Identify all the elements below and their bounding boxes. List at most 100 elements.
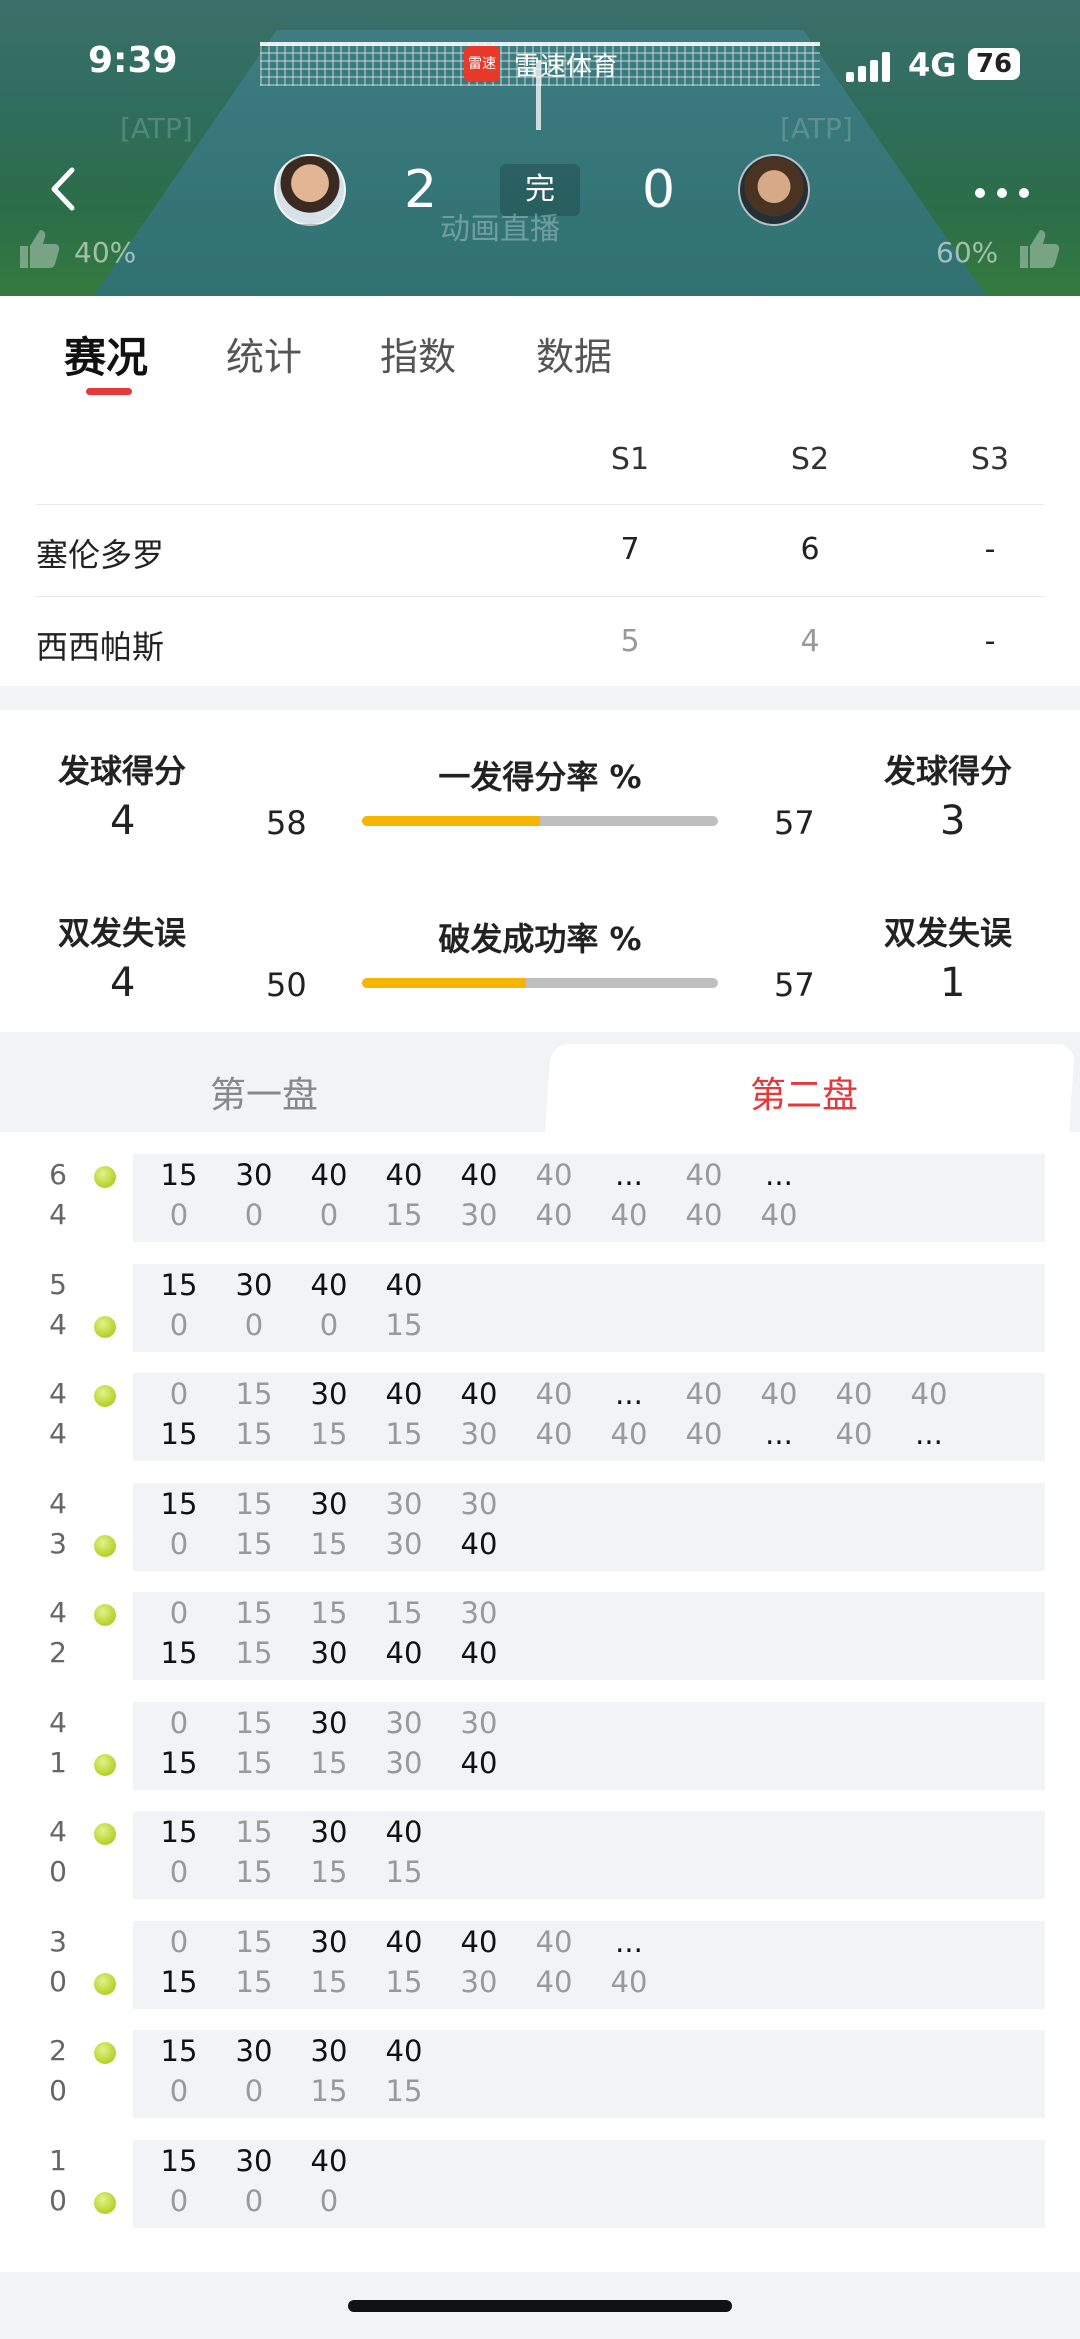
point-score: 15 [235, 1596, 273, 1630]
stat-title: 一发得分率 % [438, 758, 642, 796]
point-score: 30 [235, 2143, 273, 2178]
stat-bar [362, 816, 718, 826]
stat-title: 破发成功率 % [438, 920, 642, 958]
point-progression: 0 15 15 15 30 15 15 30 40 40 [133, 1592, 1045, 1680]
thumbs-up-icon[interactable] [16, 226, 62, 272]
serve-ball-icon [94, 2191, 116, 2214]
point-score: 40 [460, 1745, 498, 1780]
point-score: 15 [235, 1924, 273, 1959]
point-score: 15 [235, 1815, 273, 1849]
home-sets-score: 2 [404, 160, 438, 220]
point-score: 30 [460, 1705, 498, 1740]
point-score: ... [915, 1417, 943, 1451]
point-score: 30 [460, 1964, 498, 1999]
serve-ball-icon [94, 1166, 116, 1188]
tab-second-set[interactable]: 第二盘 [750, 1066, 858, 1118]
tab-first-set[interactable]: 第一盘 [210, 1066, 318, 1118]
point-score: 40 [535, 1964, 573, 1999]
point-score: 40 [385, 1815, 423, 1849]
point-score: 30 [235, 2034, 273, 2068]
network-type: 4G [908, 46, 957, 84]
set-score-table: S1 S2 S3 塞伦多罗 7 6 - 西西帕斯 5 4 - [0, 410, 1080, 686]
stat-value: 4 [110, 798, 136, 844]
stat-label: 发球得分 [884, 752, 1013, 790]
point-score: 30 [460, 1417, 498, 1451]
point-score: 15 [235, 1964, 273, 1999]
stat-pct-right: 57 [774, 804, 815, 842]
away-player-avatar[interactable] [738, 154, 810, 226]
point-score: 15 [235, 1745, 273, 1780]
point-score: 40 [460, 1377, 498, 1411]
set-header: S3 [970, 442, 1010, 477]
point-score: ... [765, 1417, 793, 1451]
game-row: 5 4 15 30 40 40 0 0 0 15 [0, 1263, 1080, 1354]
point-score: 15 [310, 1526, 348, 1561]
game-away-count: 3 [49, 1526, 67, 1560]
point-score: 15 [160, 1417, 198, 1451]
away-support-pct: 60% [936, 236, 999, 269]
serve-ball-icon [94, 1315, 116, 1338]
game-home-count: 4 [49, 1486, 67, 1520]
divider [36, 504, 1044, 505]
away-player-name: 西西帕斯 [36, 628, 165, 666]
point-score: 0 [169, 1596, 189, 1630]
status-time: 9:39 [88, 40, 178, 81]
point-progression: 15 30 30 40 0 0 15 15 [133, 2030, 1045, 2118]
more-icon[interactable] [974, 184, 1030, 198]
thumbs-up-icon[interactable] [1016, 226, 1062, 272]
point-score: 15 [160, 1267, 198, 1302]
back-icon[interactable] [44, 164, 84, 214]
stat-label: 双发失误 [58, 914, 187, 952]
point-score: 30 [460, 1198, 498, 1232]
point-score: 15 [235, 1636, 273, 1670]
tab-stats[interactable]: 统计 [226, 326, 302, 381]
tab-live[interactable]: 赛况 [64, 324, 148, 385]
point-score: 40 [310, 1158, 348, 1192]
point-score: 15 [385, 1307, 423, 1342]
point-score: 15 [160, 2143, 198, 2178]
point-score: 15 [385, 1855, 423, 1889]
game-home-count: 4 [49, 1705, 67, 1739]
point-score: 15 [160, 1636, 198, 1670]
game-row: 4 2 0 15 15 15 30 15 15 30 40 40 [0, 1592, 1080, 1682]
stat-value: 1 [940, 960, 966, 1006]
point-progression: 15 15 30 30 30 0 15 15 30 40 [133, 1482, 1045, 1571]
divider [36, 596, 1044, 597]
point-score: 15 [160, 1815, 198, 1849]
point-score: 30 [310, 1636, 348, 1670]
home-support-pct: 40% [74, 236, 137, 269]
set-score: - [984, 532, 996, 567]
home-indicator[interactable] [348, 2300, 732, 2312]
point-score: 40 [685, 1377, 723, 1411]
point-score: 15 [310, 1964, 348, 1999]
tab-odds[interactable]: 指数 [380, 326, 456, 381]
faded-bg-text: [ATP] [780, 112, 853, 145]
stat-label: 双发失误 [884, 914, 1013, 952]
app-name: 雷速体育 [514, 52, 619, 82]
point-score: 0 [244, 1198, 264, 1232]
point-score: 0 [169, 1377, 189, 1411]
home-player-avatar[interactable] [274, 154, 346, 226]
stat-bar [362, 978, 718, 988]
point-score: 0 [169, 2074, 189, 2108]
set-score: 7 [620, 532, 640, 567]
point-score: 15 [310, 1855, 348, 1889]
set-score: 6 [800, 532, 820, 567]
main-tabs: 赛况 统计 指数 数据 [0, 296, 1080, 411]
point-score: 40 [460, 1526, 498, 1561]
game-home-count: 4 [49, 1815, 67, 1848]
point-score: 40 [910, 1377, 948, 1411]
game-away-count: 0 [49, 1855, 67, 1888]
game-away-count: 4 [49, 1307, 67, 1341]
game-home-count: 4 [49, 1596, 67, 1629]
set-header: S1 [610, 442, 650, 477]
point-score: 40 [685, 1198, 723, 1232]
tab-data[interactable]: 数据 [536, 326, 612, 381]
point-score: 40 [385, 2034, 423, 2068]
set-score: 4 [800, 624, 820, 659]
set-tabs: 第一盘 第二盘 [0, 1032, 1080, 1134]
point-score: 0 [319, 2183, 339, 2218]
live-animation-label[interactable]: 动画直播 [440, 204, 560, 248]
serve-ball-icon [94, 1385, 116, 1407]
game-away-count: 1 [49, 1745, 67, 1779]
